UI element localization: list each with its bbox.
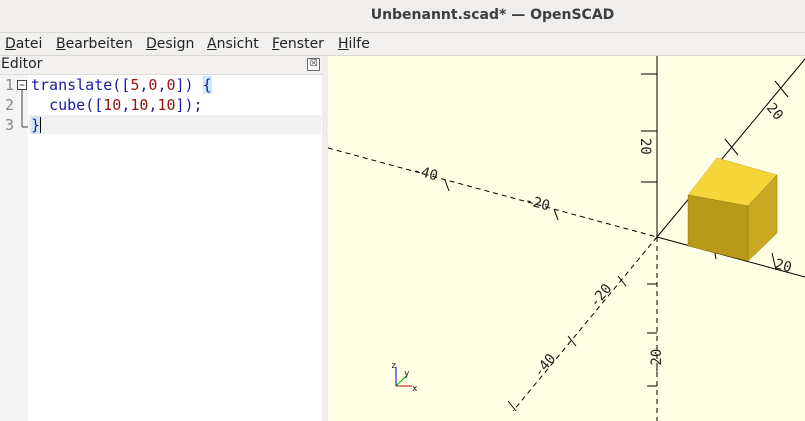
- cube-model[interactable]: [687, 157, 778, 262]
- axis-z-label: z: [391, 361, 396, 371]
- axis-label: -20: [523, 192, 552, 214]
- code-line-2: cube([10,10,10]);: [49, 96, 203, 114]
- scene-svg: -40 -20 20 20 -20 20 -20 -40 x y z: [328, 56, 805, 421]
- editor-header: Editor ☒: [0, 56, 322, 75]
- menu-bar: Datei Bearbeiten Design Ansicht Fenster …: [0, 33, 805, 56]
- axes-indicator: x y z: [391, 361, 418, 394]
- axis-label: -40: [411, 162, 440, 184]
- axis-label: 20: [637, 138, 653, 155]
- menu-datei[interactable]: Datei: [5, 36, 42, 52]
- code-line-3: }: [31, 116, 41, 134]
- axis-y-label: y: [404, 369, 410, 379]
- window-title: Unbenannt.scad* — OpenSCAD: [370, 7, 615, 23]
- code-editor[interactable]: translate([5,0,0]) { cube([10,10,10]); }: [29, 75, 321, 421]
- axis-x-label: x: [412, 384, 418, 394]
- menu-design[interactable]: Design: [146, 36, 194, 52]
- 3d-viewport[interactable]: -40 -20 20 20 -20 20 -20 -40 x y z: [328, 56, 805, 421]
- x-axis-negative: [328, 147, 658, 238]
- menu-hilfe[interactable]: Hilfe: [338, 36, 370, 52]
- fold-marker-icon[interactable]: [0, 75, 28, 145]
- axis-label: -40: [531, 351, 560, 381]
- axis-label: 20: [763, 100, 786, 123]
- axis-label: -20: [587, 281, 616, 311]
- title-bar: Unbenannt.scad* — OpenSCAD: [0, 0, 805, 33]
- editor-title: Editor: [1, 56, 43, 72]
- text-cursor: [40, 117, 41, 133]
- menu-fenster[interactable]: Fenster: [272, 36, 324, 52]
- y-axis-negative: [512, 236, 658, 412]
- menu-ansicht[interactable]: Ansicht: [207, 36, 259, 52]
- line-number-gutter: 1 2 3: [0, 75, 28, 421]
- axis-label: -20: [649, 349, 665, 374]
- menu-bearbeiten[interactable]: Bearbeiten: [56, 36, 133, 52]
- close-icon[interactable]: ☒: [307, 58, 320, 71]
- code-line-1: translate([5,0,0]) {: [31, 76, 212, 94]
